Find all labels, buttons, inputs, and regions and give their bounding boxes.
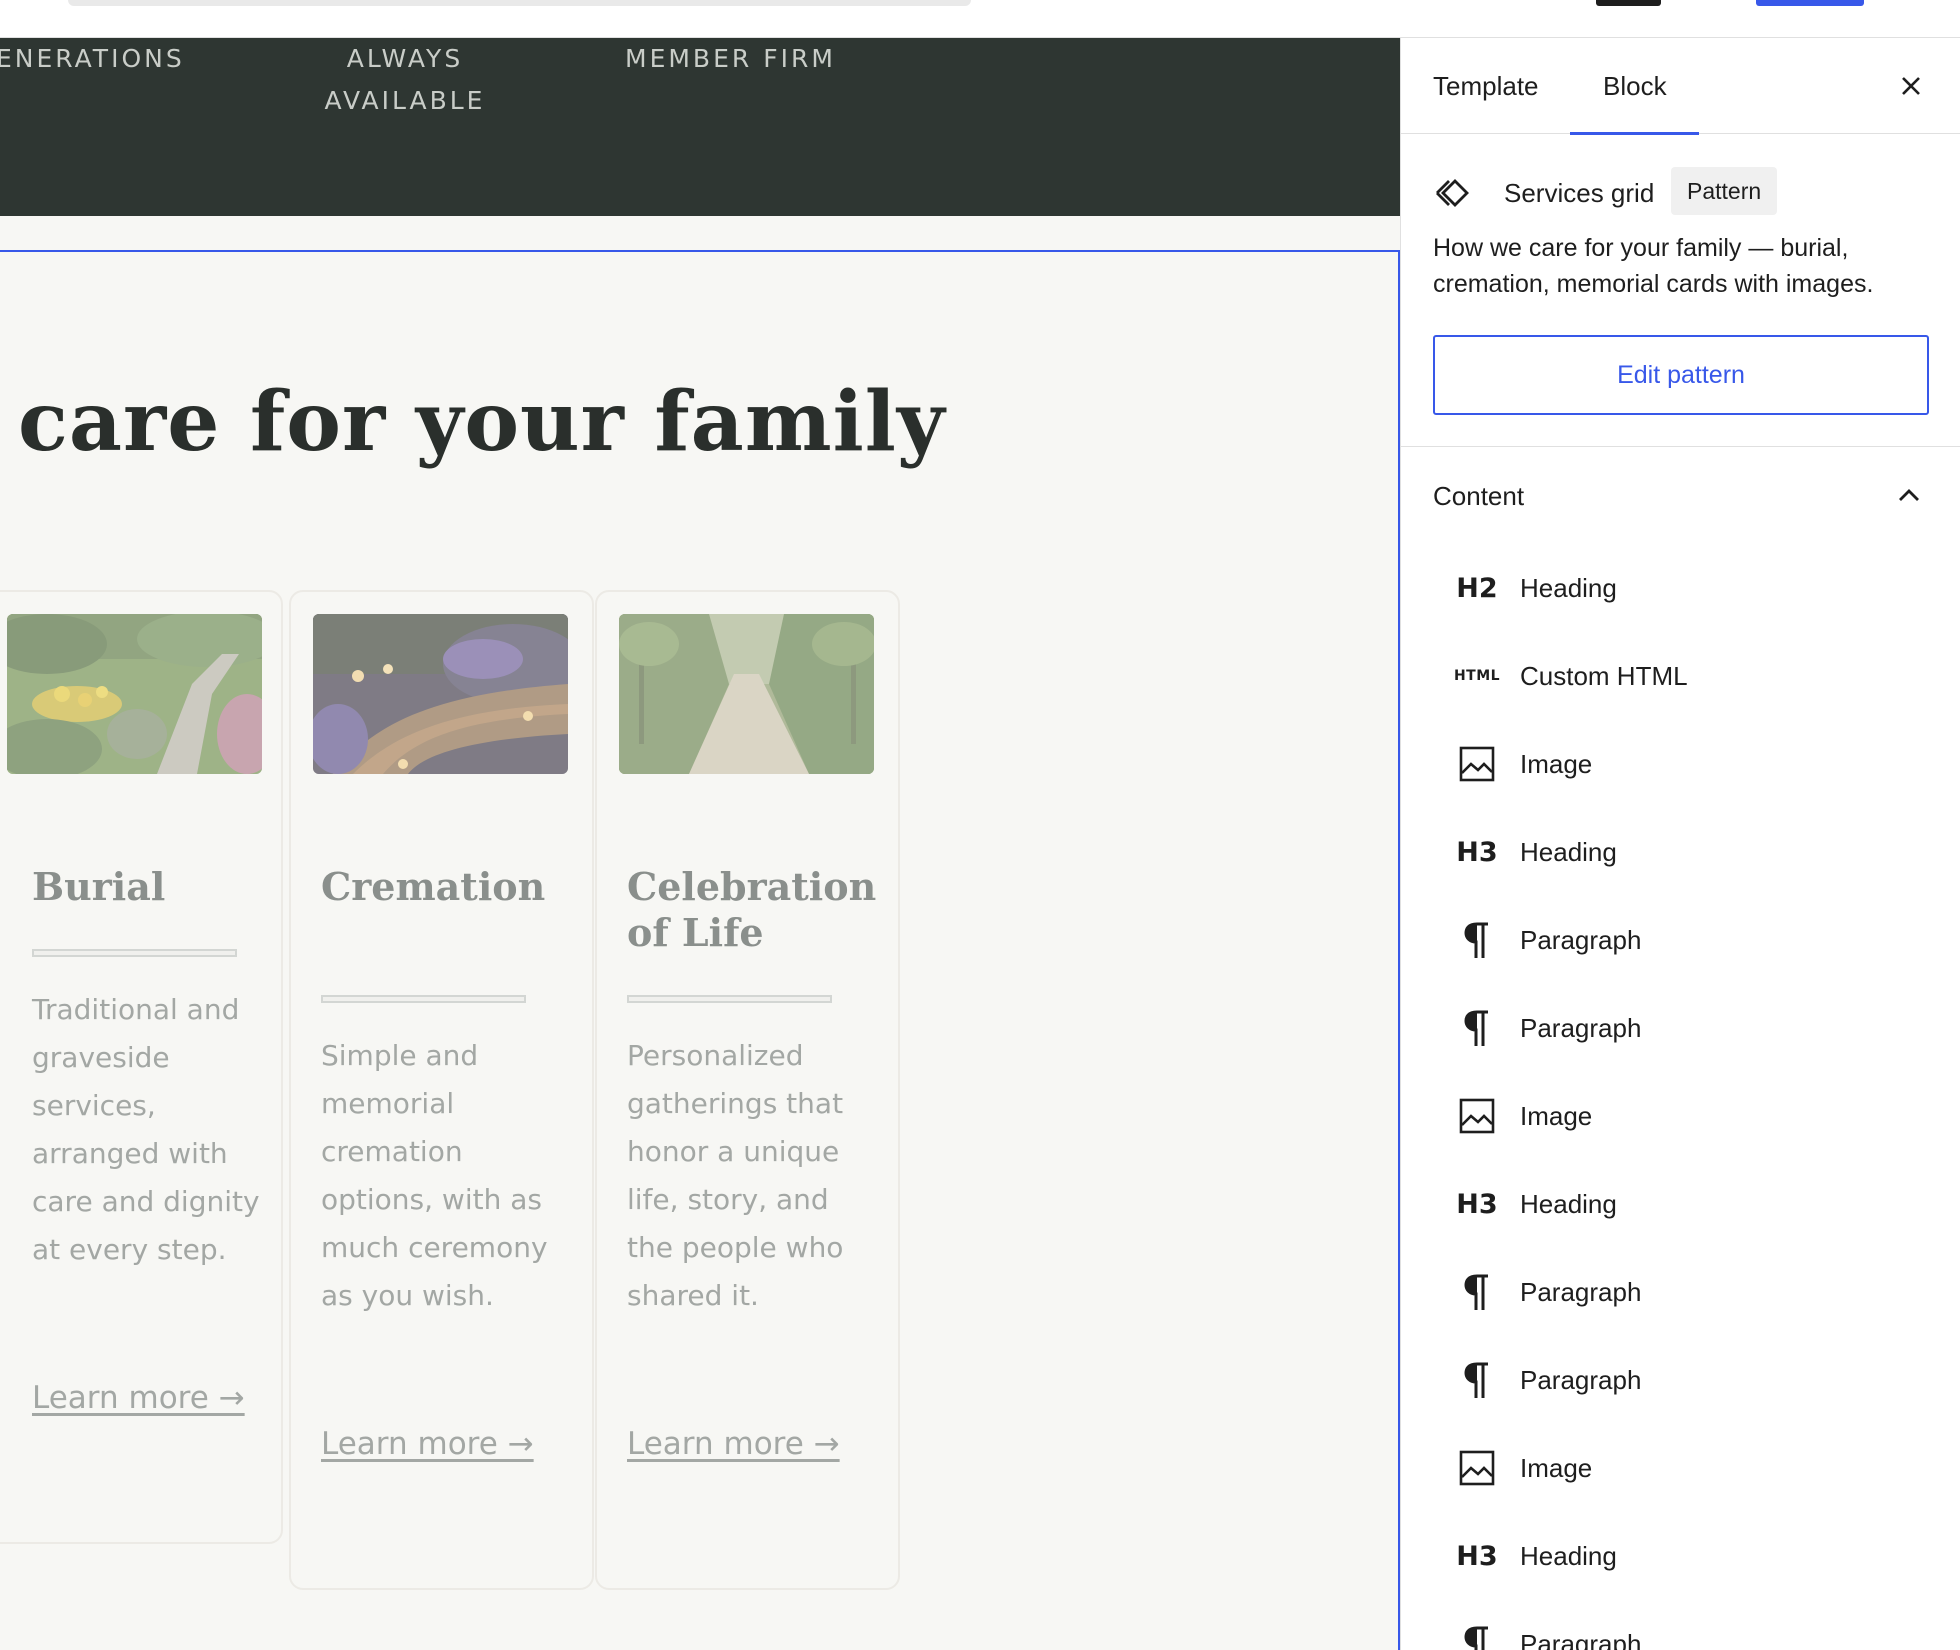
content-item-label: Image bbox=[1520, 1453, 1593, 1483]
close-settings-button[interactable] bbox=[1893, 68, 1929, 104]
content-item-heading[interactable]: H3 Heading bbox=[1401, 1512, 1960, 1600]
card-title[interactable]: Cremation bbox=[321, 864, 571, 910]
card-title[interactable]: Burial bbox=[32, 864, 282, 910]
card-description[interactable]: Traditional and graveside services, arra… bbox=[32, 986, 272, 1274]
content-item-custom-html[interactable]: HTML Custom HTML bbox=[1401, 632, 1960, 720]
editor-top-bar bbox=[0, 0, 1960, 38]
image-icon bbox=[1455, 1094, 1499, 1138]
band-item-member-firm: MEMBER FIRM bbox=[625, 44, 836, 73]
content-item-label: Heading bbox=[1520, 573, 1617, 603]
card-description[interactable]: Personalized gatherings that honor a uni… bbox=[627, 1032, 867, 1320]
content-item-image[interactable]: Image bbox=[1401, 1424, 1960, 1512]
view-button[interactable] bbox=[1596, 0, 1661, 6]
heading-level-3-icon: H3 bbox=[1456, 1188, 1498, 1220]
content-item-label: Paragraph bbox=[1520, 1365, 1642, 1395]
save-button[interactable] bbox=[1756, 0, 1864, 6]
command-search-bar[interactable] bbox=[68, 0, 971, 6]
content-item-label: Paragraph bbox=[1520, 925, 1642, 955]
image-icon bbox=[1455, 742, 1499, 786]
settings-sidebar: Template Block Services grid Pattern How… bbox=[1400, 38, 1960, 1650]
card-description[interactable]: Simple and memorial cremation options, w… bbox=[321, 1032, 561, 1320]
band-item-available: ALWAYS AVAILABLE bbox=[324, 44, 486, 115]
image-icon bbox=[1455, 1446, 1499, 1490]
block-description: How we care for your family — burial, cr… bbox=[1433, 234, 1874, 298]
paragraph-icon bbox=[1455, 1270, 1499, 1314]
sidebar-tabs: Template Block bbox=[1401, 38, 1960, 135]
block-card: Services grid Pattern How we care for yo… bbox=[1401, 135, 1960, 447]
pattern-icon bbox=[1436, 179, 1469, 207]
content-item-label: Image bbox=[1520, 1101, 1593, 1131]
content-item-label: Custom HTML bbox=[1520, 661, 1688, 691]
learn-more-link[interactable]: Learn more → bbox=[627, 1417, 847, 1471]
content-item-paragraph[interactable]: Paragraph bbox=[1401, 1248, 1960, 1336]
pattern-badge: Pattern bbox=[1671, 167, 1778, 215]
learn-more-link[interactable]: Learn more → bbox=[321, 1417, 541, 1471]
chevron-up-icon bbox=[1899, 489, 1919, 501]
service-card-cremation[interactable]: Cremation Simple and memorial cremation … bbox=[289, 590, 594, 1590]
content-item-label: Paragraph bbox=[1520, 1629, 1642, 1650]
burial-image[interactable] bbox=[7, 614, 262, 774]
content-item-paragraph[interactable]: Paragraph bbox=[1401, 1600, 1960, 1650]
heading-level-3-icon: H3 bbox=[1456, 836, 1498, 868]
service-card-celebration[interactable]: Celebration of Life Personalized gatheri… bbox=[595, 590, 900, 1590]
content-item-paragraph[interactable]: Paragraph bbox=[1401, 896, 1960, 984]
content-panel-toggle[interactable]: Content bbox=[1401, 448, 1960, 544]
content-item-label: Heading bbox=[1520, 1189, 1617, 1219]
content-item-heading[interactable]: H3 Heading bbox=[1401, 1160, 1960, 1248]
content-item-image[interactable]: Image bbox=[1401, 1072, 1960, 1160]
content-panel-title: Content bbox=[1433, 481, 1525, 511]
content-item-paragraph[interactable]: Paragraph bbox=[1401, 1336, 1960, 1424]
content-item-paragraph[interactable]: Paragraph bbox=[1401, 984, 1960, 1072]
service-card-burial[interactable]: Burial Traditional and graveside service… bbox=[0, 590, 283, 1544]
close-icon bbox=[1902, 77, 1920, 95]
paragraph-icon bbox=[1455, 918, 1499, 962]
heading-level-2-icon: H2 bbox=[1456, 572, 1498, 604]
content-item-label: Image bbox=[1520, 749, 1593, 779]
paragraph-icon bbox=[1455, 1358, 1499, 1402]
paragraph-icon bbox=[1455, 1622, 1499, 1650]
tab-block[interactable]: Block bbox=[1570, 38, 1698, 135]
cremation-image[interactable] bbox=[313, 614, 568, 774]
band-item-generations: ENERATIONS bbox=[0, 44, 185, 73]
trust-band: ENERATIONS ALWAYS AVAILABLE MEMBER FIRM bbox=[0, 38, 1400, 216]
paragraph-icon bbox=[1455, 1006, 1499, 1050]
learn-more-link[interactable]: Learn more → bbox=[32, 1371, 252, 1425]
editor-canvas: ENERATIONS ALWAYS AVAILABLE MEMBER FIRM … bbox=[0, 38, 1400, 1650]
card-divider bbox=[32, 949, 237, 957]
content-item-heading[interactable]: H2 Heading bbox=[1401, 544, 1960, 632]
html-icon: HTML bbox=[1453, 668, 1501, 684]
content-item-label: Paragraph bbox=[1520, 1013, 1642, 1043]
content-item-label: Paragraph bbox=[1520, 1277, 1642, 1307]
card-divider bbox=[627, 995, 832, 1003]
section-heading[interactable]: care for your family bbox=[18, 374, 946, 470]
tab-template[interactable]: Template bbox=[1433, 38, 1539, 134]
content-item-heading[interactable]: H3 Heading bbox=[1401, 808, 1960, 896]
content-item-label: Heading bbox=[1520, 1541, 1617, 1571]
card-title[interactable]: Celebration of Life bbox=[627, 864, 877, 956]
edit-pattern-button[interactable]: Edit pattern bbox=[1433, 335, 1929, 415]
block-title: Services grid bbox=[1504, 178, 1655, 208]
content-item-image[interactable]: Image bbox=[1401, 720, 1960, 808]
card-divider bbox=[321, 995, 526, 1003]
celebration-image[interactable] bbox=[619, 614, 874, 774]
heading-level-3-icon: H3 bbox=[1456, 1540, 1498, 1572]
content-item-label: Heading bbox=[1520, 837, 1617, 867]
